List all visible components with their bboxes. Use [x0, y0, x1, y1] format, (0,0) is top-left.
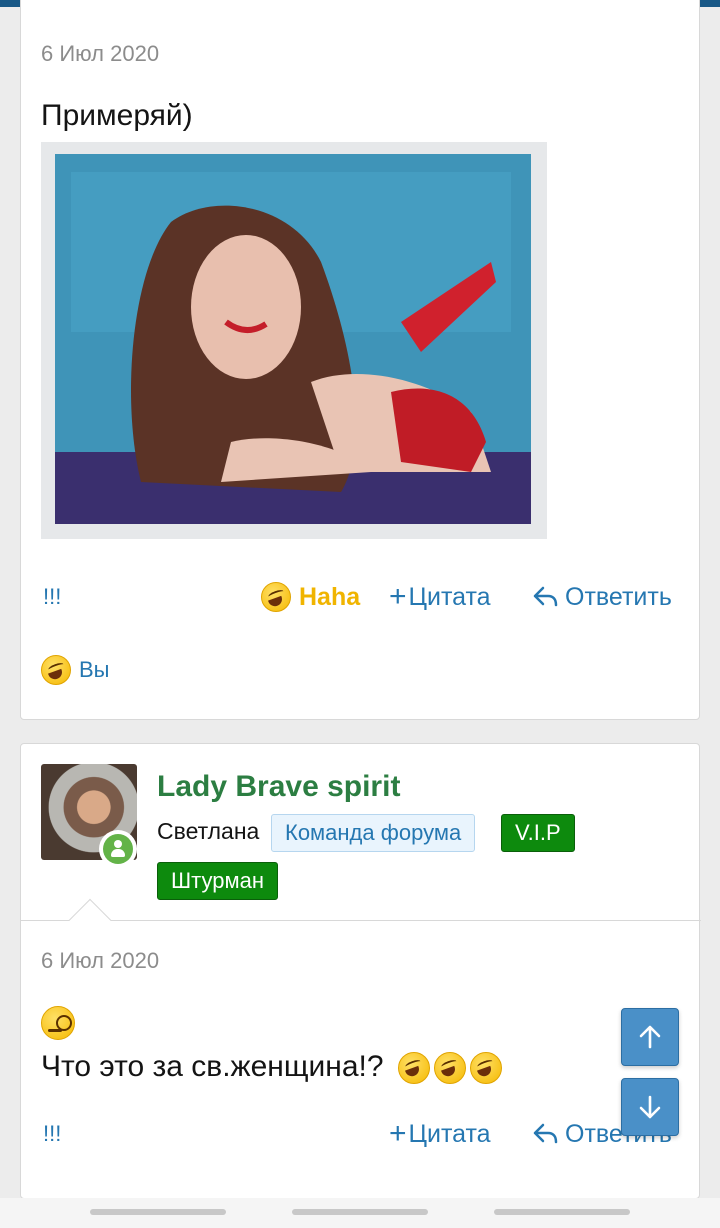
drawing-image: [41, 142, 547, 539]
thinking-emoji-icon: [41, 1006, 75, 1040]
post-actions: !!! Haha + Цитата Ответить: [21, 577, 701, 617]
scroll-down-button[interactable]: [621, 1078, 679, 1136]
laughing-emoji-icon: [261, 582, 291, 612]
quote-label: Цитата: [408, 582, 491, 611]
reply-arrow-icon: [533, 586, 558, 607]
badge-vip: V.I.P: [501, 814, 575, 852]
haha-label: Haha: [299, 582, 361, 611]
badge-team: Команда форума: [271, 814, 476, 852]
bang-link[interactable]: !!!: [43, 577, 61, 617]
post-date[interactable]: 6 Июл 2020: [41, 948, 159, 974]
laughing-emoji-icon: [433, 1052, 466, 1085]
post-date[interactable]: 6 Июл 2020: [41, 41, 159, 67]
user-online-icon: [103, 834, 133, 864]
post-card-2: Lady Brave spirit Светлана Команда форум…: [20, 743, 701, 1199]
user-info: Светлана Команда форума V.I.P Штурман: [157, 814, 677, 904]
reply-arrow-icon: [533, 1123, 558, 1144]
post-actions: !!! + Цитата Ответить: [21, 1114, 701, 1154]
nav-indicator: [292, 1209, 428, 1215]
plus-icon: +: [389, 1117, 407, 1150]
haha-reaction-button[interactable]: Haha: [261, 577, 360, 617]
post-divider: [21, 920, 701, 921]
bottom-bar: [0, 1198, 720, 1228]
quote-label: Цитата: [408, 1119, 491, 1148]
post-notch: [68, 898, 112, 942]
message-text: Что это за св.женщина!?: [41, 1050, 384, 1083]
user-avatar[interactable]: [41, 764, 137, 868]
post-image[interactable]: [41, 142, 547, 539]
user-title: Светлана: [157, 818, 260, 844]
laughing-emoji-icon: [469, 1052, 502, 1085]
post-card-1: 6 Июл 2020 Примеряй) !!! Haha + Цитата О…: [20, 0, 700, 720]
badge-navigator: Штурман: [157, 862, 278, 900]
reply-button[interactable]: Ответить: [533, 577, 672, 617]
reactor-name: Вы: [79, 657, 110, 682]
post-message: Что это за св.женщина!?: [41, 1050, 502, 1085]
arrow-up-icon: [639, 1025, 661, 1049]
reaction-summary[interactable]: Вы: [41, 655, 110, 685]
scroll-up-button[interactable]: [621, 1008, 679, 1066]
quote-button[interactable]: + Цитата: [389, 1114, 491, 1154]
nav-indicator: [90, 1209, 226, 1215]
quote-button[interactable]: + Цитата: [389, 577, 491, 617]
message-emojis: [397, 1052, 502, 1085]
nav-indicator: [494, 1209, 630, 1215]
arrow-down-icon: [639, 1095, 661, 1119]
post-notch: [68, 0, 112, 20]
username[interactable]: Lady Brave spirit: [157, 770, 400, 804]
online-status: [99, 830, 137, 868]
reply-label: Ответить: [565, 582, 672, 611]
plus-icon: +: [389, 580, 407, 613]
post-message: Примеряй): [41, 99, 193, 132]
laughing-emoji-icon: [41, 655, 71, 685]
laughing-emoji-icon: [397, 1052, 430, 1085]
bang-link[interactable]: !!!: [43, 1114, 61, 1154]
